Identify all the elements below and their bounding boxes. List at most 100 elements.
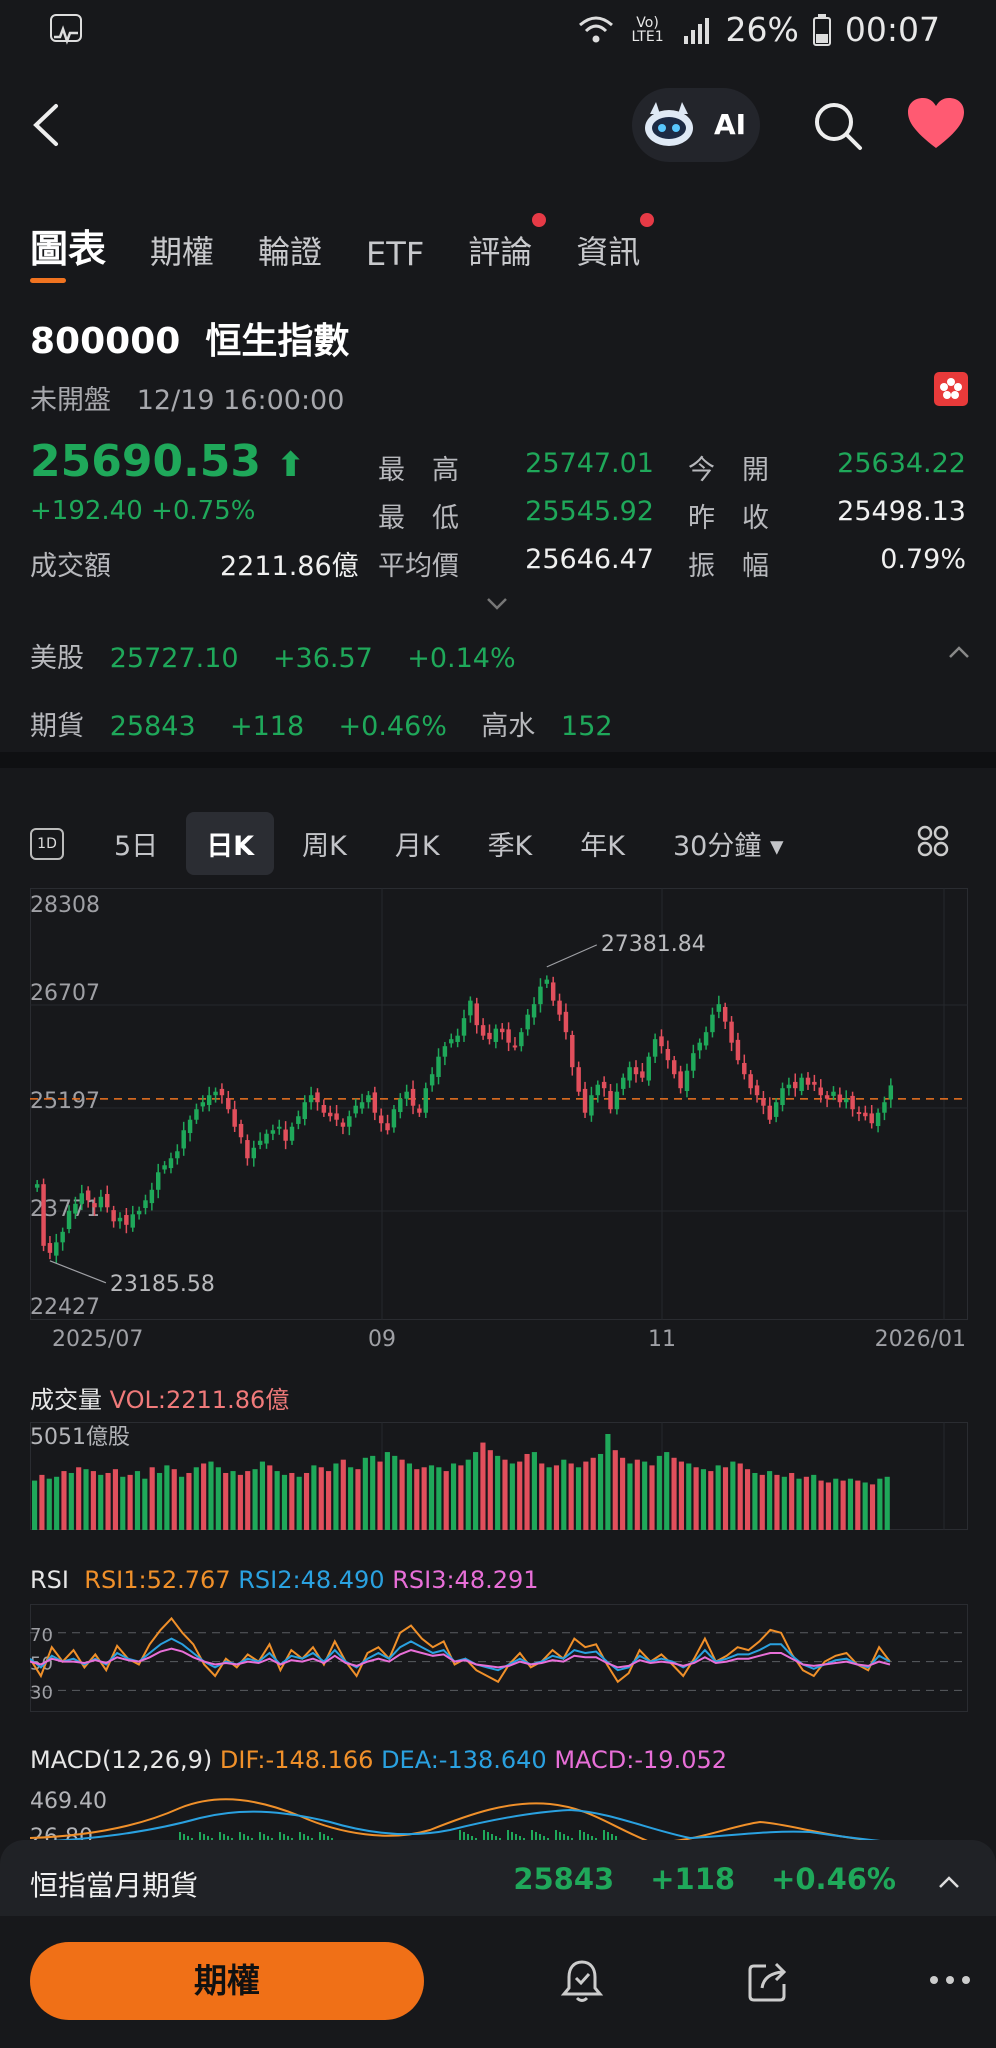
layout-grid-icon[interactable] xyxy=(916,824,950,858)
candle xyxy=(729,1016,734,1052)
volume-bar xyxy=(450,1463,457,1530)
tab-3[interactable]: ETF xyxy=(366,235,424,273)
candle xyxy=(257,1132,263,1150)
back-icon[interactable] xyxy=(28,100,68,150)
candle xyxy=(608,1084,613,1114)
candle xyxy=(576,1061,581,1096)
candle xyxy=(652,1033,658,1063)
macd-chart[interactable]: 469.4026.80 xyxy=(30,1786,968,1846)
period-4[interactable]: 季K xyxy=(488,824,533,863)
volume-chart[interactable]: 5051億股 xyxy=(30,1422,968,1530)
volume-bar xyxy=(68,1472,74,1530)
candle xyxy=(716,995,722,1019)
volume-bar xyxy=(855,1480,861,1530)
candle xyxy=(194,1103,199,1124)
candle xyxy=(799,1073,804,1096)
volume-bar xyxy=(230,1471,236,1530)
candlestick-chart[interactable]: 28308 26707 25197 23771 22427 27381.84 23185.5… xyxy=(30,888,968,1358)
candle xyxy=(219,1083,225,1104)
volume-bar xyxy=(473,1452,479,1530)
candle xyxy=(570,1030,575,1076)
minute-interval-dropdown[interactable]: 30分鐘 ▾ xyxy=(673,824,784,863)
period-0[interactable]: 5日 xyxy=(114,824,158,863)
share-icon[interactable] xyxy=(746,1958,790,2002)
robot-icon xyxy=(645,102,693,146)
ai-assistant-button[interactable]: AI xyxy=(632,88,760,162)
candle xyxy=(213,1087,218,1103)
candle xyxy=(665,1040,671,1069)
candle xyxy=(742,1054,747,1080)
volume-bar xyxy=(303,1472,310,1530)
candle xyxy=(442,1041,448,1066)
volume-bar xyxy=(869,1484,876,1530)
volume-bar xyxy=(436,1467,442,1530)
quote-datetime: 12/19 16:00:00 xyxy=(136,385,345,416)
stat-label: 今 開 xyxy=(688,455,769,486)
volume-bar xyxy=(715,1465,721,1530)
candle xyxy=(155,1163,161,1199)
tab-2[interactable]: 輪證 xyxy=(258,227,322,273)
sheet-chevron-up-icon[interactable] xyxy=(936,1870,962,1896)
stat-value: 25646.47 xyxy=(525,544,654,575)
volume-bar xyxy=(333,1463,339,1530)
period-5[interactable]: 年K xyxy=(580,824,625,863)
volume-bar xyxy=(156,1472,163,1530)
us-price: 25727.10 xyxy=(109,643,239,674)
candle xyxy=(697,1038,702,1059)
activity-icon xyxy=(50,14,82,45)
volume-bar xyxy=(208,1461,214,1530)
tab-1[interactable]: 期權 xyxy=(150,227,214,273)
candle xyxy=(773,1098,779,1123)
volume-bar xyxy=(642,1461,648,1530)
collapse-chevron-icon[interactable] xyxy=(946,640,972,666)
options-button[interactable]: 期權 xyxy=(30,1942,424,2020)
volume-bar xyxy=(480,1442,486,1530)
volume-bar xyxy=(223,1472,229,1530)
volume-bar xyxy=(862,1482,868,1530)
expand-chevron-icon[interactable] xyxy=(484,590,510,616)
volume-bar xyxy=(46,1478,52,1530)
period-3[interactable]: 月K xyxy=(395,824,440,863)
alert-bell-icon[interactable] xyxy=(560,1958,604,2004)
volume-bar xyxy=(171,1469,177,1530)
stat-label: 最 低 xyxy=(378,503,459,534)
stat-value: 25498.13 xyxy=(837,496,966,527)
volume-bar xyxy=(590,1457,596,1530)
candle xyxy=(487,1024,492,1045)
candle xyxy=(277,1119,282,1135)
candle xyxy=(429,1067,435,1092)
candle xyxy=(423,1082,429,1118)
volume-bar xyxy=(840,1480,846,1530)
volume-bar xyxy=(458,1465,464,1530)
more-options-icon[interactable] xyxy=(928,1974,972,1986)
turnover-label: 成交額 xyxy=(30,551,111,582)
dif-value: DIF:-148.166 xyxy=(219,1746,374,1774)
candle xyxy=(525,1009,530,1036)
candle xyxy=(850,1091,855,1117)
us-market-row[interactable]: 美股 25727.10 +36.57 +0.14% xyxy=(30,636,516,675)
search-icon[interactable] xyxy=(812,100,864,152)
tab-4[interactable]: 評論 xyxy=(468,213,547,273)
candle xyxy=(703,1026,709,1050)
volume-bar xyxy=(737,1463,743,1530)
futures-row[interactable]: 期貨 25843 +118 +0.46% 高水 152 xyxy=(30,704,613,743)
rsi-chart[interactable]: 705030 xyxy=(30,1604,968,1712)
period-2[interactable]: 周K xyxy=(302,824,347,863)
volume-bar xyxy=(237,1474,243,1530)
period-1[interactable]: 日K xyxy=(186,812,275,875)
candle xyxy=(499,1023,505,1040)
notification-dot xyxy=(532,213,547,227)
tab-0[interactable]: 圖表 xyxy=(30,218,106,283)
candle xyxy=(493,1024,499,1049)
volume-bar xyxy=(318,1467,324,1530)
tab-5[interactable]: 資訊 xyxy=(576,213,655,273)
favorite-heart-icon[interactable] xyxy=(906,96,966,152)
volume-bar xyxy=(54,1476,60,1530)
premium-value: 152 xyxy=(561,711,613,742)
volume-bar xyxy=(179,1476,185,1530)
candle xyxy=(302,1095,307,1126)
candle xyxy=(761,1091,766,1115)
volume-bar xyxy=(296,1476,302,1530)
volume-bar xyxy=(627,1463,633,1530)
one-day-button[interactable]: 1D xyxy=(30,827,64,860)
